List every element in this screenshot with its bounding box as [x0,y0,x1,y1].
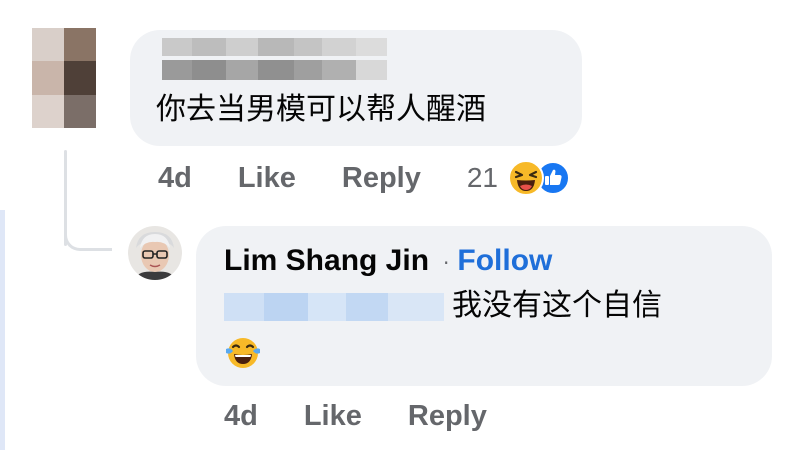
avatar[interactable] [128,226,182,280]
thread-branch-line [64,215,112,251]
like-button[interactable]: Like [304,400,362,433]
censored-author-name[interactable] [162,38,387,56]
comment-timestamp[interactable]: 4d [158,162,192,195]
censored-mention[interactable] [224,293,444,321]
reply-button[interactable]: Reply [408,400,487,433]
reply-timestamp[interactable]: 4d [224,400,258,433]
censored-author-name-shade [162,60,387,80]
follow-button[interactable]: Follow [457,244,552,278]
censored-avatar[interactable] [32,28,96,128]
reply-button[interactable]: Reply [342,162,421,195]
comment-actions: 4d Like Reply 21 [158,160,571,196]
laughing-emoji-icon [508,160,545,196]
parent-container-edge [0,210,5,450]
reply-text: 我没有这个自信 [452,288,662,323]
comment-text: 你去当男模可以帮人醒酒 [156,92,486,127]
reply-actions: 4d Like Reply [224,400,487,433]
tears-of-joy-emoji-icon [224,334,262,372]
author-name[interactable]: Lim Shang Jin [224,244,429,278]
reaction-count: 21 [466,162,499,193]
reaction-summary[interactable]: 21 [466,160,571,196]
separator-dot: · [443,251,450,275]
comment-bubble: 你去当男模可以帮人醒酒 [130,30,582,146]
reply-author-row: Lim Shang Jin · Follow [224,244,552,278]
like-button[interactable]: Like [238,162,296,195]
